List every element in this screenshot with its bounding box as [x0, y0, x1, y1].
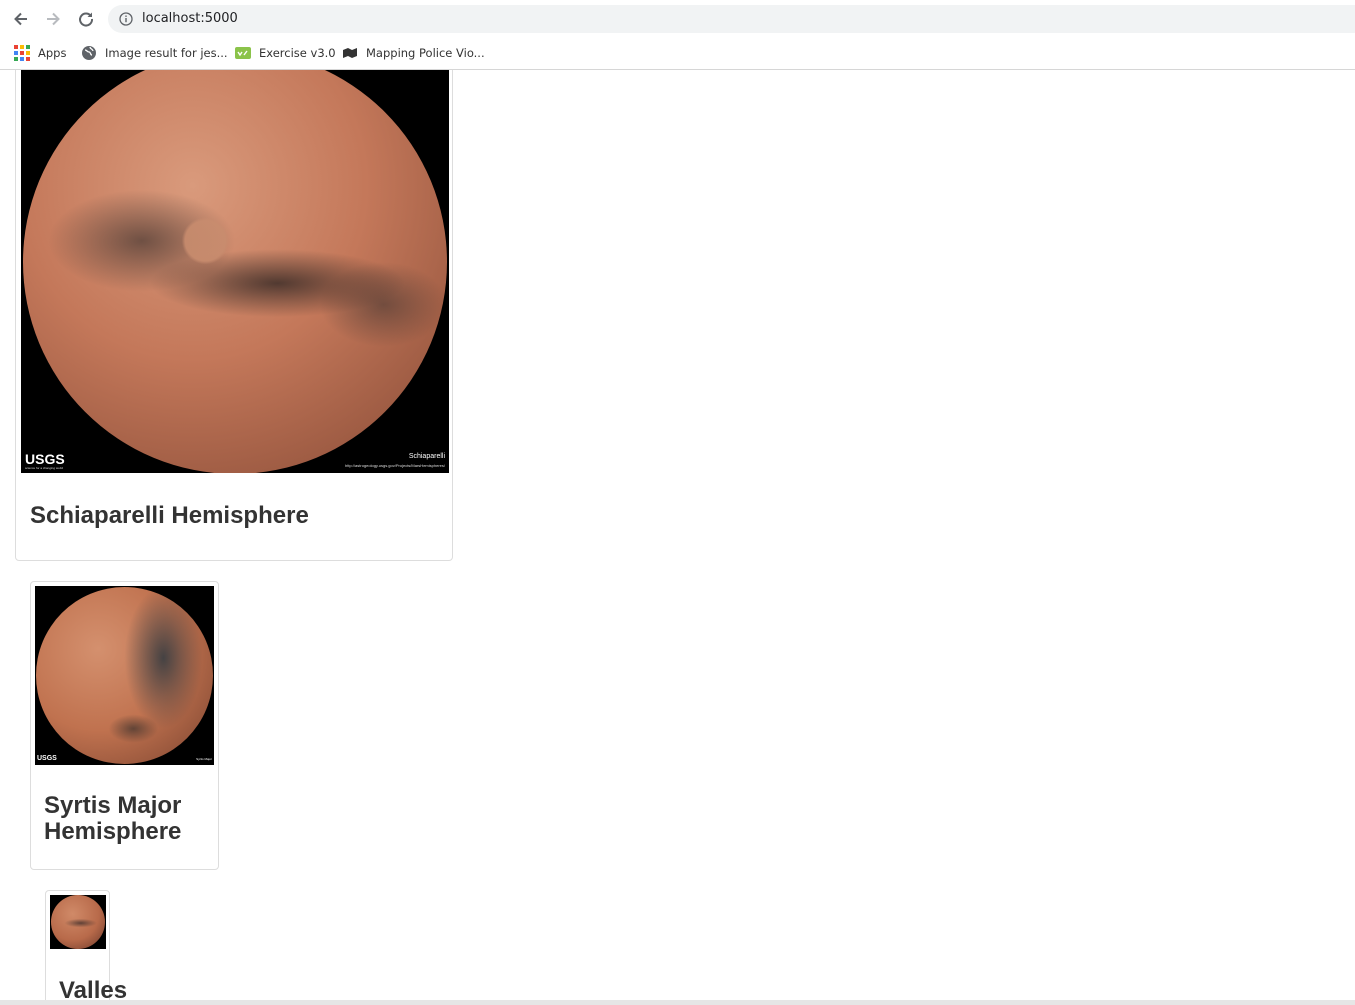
- usgs-logo: USGS: [37, 755, 57, 762]
- mars-globe-graphic: [23, 70, 447, 473]
- image-credit: http://astrogeology.usgs.gov/Projects/Ma…: [345, 463, 445, 468]
- apps-grid-icon: [14, 45, 30, 61]
- mars-globe-graphic: [36, 587, 213, 764]
- info-icon[interactable]: [119, 12, 133, 26]
- hemisphere-title: Schiaparelli Hemisphere: [30, 502, 309, 529]
- forward-arrow-icon[interactable]: [41, 7, 65, 31]
- browser-toolbar: localhost:5000: [0, 0, 1355, 38]
- image-tagline: science for a changing world: [25, 466, 64, 470]
- hemisphere-title: Syrtis Major Hemisphere: [44, 792, 182, 846]
- mars-globe-graphic: [51, 895, 105, 949]
- bookmark-mapping[interactable]: Mapping Police Vio...: [342, 42, 485, 64]
- hemisphere-image-schiaparelli[interactable]: USGS Schiaparelli http://astrogeology.us…: [21, 70, 449, 473]
- reload-icon[interactable]: [74, 7, 98, 31]
- horizontal-scrollbar[interactable]: [0, 1000, 1355, 1005]
- bookmark-label: Exercise v3.0: [259, 46, 336, 60]
- hemisphere-card-schiaparelli: USGS Schiaparelli http://astrogeology.us…: [15, 70, 453, 561]
- hemisphere-image-valles[interactable]: [50, 895, 106, 949]
- usgs-logo: USGS: [25, 451, 65, 467]
- address-bar[interactable]: localhost:5000: [108, 5, 1355, 33]
- image-caption: Syrtis Major: [196, 757, 212, 761]
- globe-icon: [81, 45, 97, 61]
- page-viewport: USGS Schiaparelli http://astrogeology.us…: [0, 70, 1355, 1000]
- bookmark-label: Mapping Police Vio...: [366, 46, 485, 60]
- hemisphere-image-syrtis-major[interactable]: USGS Syrtis Major: [35, 586, 214, 765]
- hemisphere-card-valles: Valles: [45, 890, 127, 1000]
- url-text: localhost:5000: [142, 11, 238, 26]
- back-arrow-icon[interactable]: [9, 7, 33, 31]
- hemisphere-title: Valles: [59, 977, 128, 1000]
- bookmark-label: Apps: [38, 46, 67, 60]
- hemisphere-card-syrtis-major: USGS Syrtis Major Syrtis Major Hemispher…: [30, 581, 219, 870]
- bookmark-apps[interactable]: Apps: [14, 42, 66, 64]
- bookmark-image-result[interactable]: Image result for jes...: [81, 42, 228, 64]
- bookmark-exercise[interactable]: Exercise v3.0: [235, 42, 336, 64]
- mapping-icon: [342, 45, 358, 61]
- bookmarks-bar: Apps Image result for jes... Exercise v3…: [0, 38, 1355, 70]
- bookmark-label: Image result for jes...: [105, 46, 228, 60]
- exercise-icon: [235, 45, 251, 61]
- image-caption: Schiaparelli: [408, 453, 445, 460]
